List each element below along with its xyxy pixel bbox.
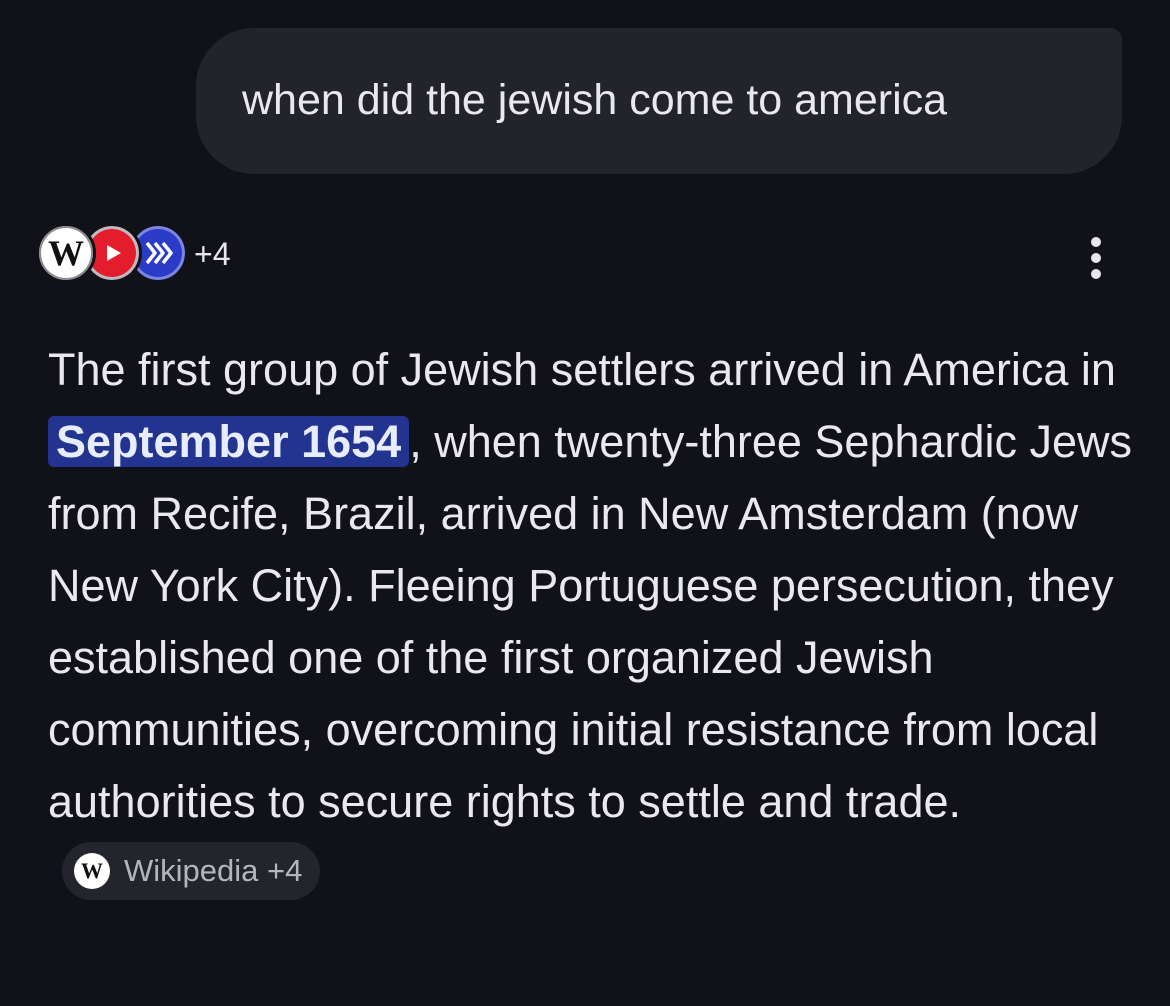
user-query-bubble[interactable]: when did the jewish come to america (196, 28, 1122, 174)
more-options-icon[interactable] (1074, 232, 1118, 284)
answer-text-start: The first group of Jewish settlers arriv… (48, 344, 1116, 395)
wikipedia-icon: W (36, 223, 96, 283)
wikipedia-glyph: W (48, 233, 84, 273)
answer-text-rest: , when twenty-three Sephardic Jews from … (48, 416, 1133, 827)
highlighted-date[interactable]: September 1654 (48, 416, 410, 467)
answer-text: The first group of Jewish settlers arriv… (48, 334, 1148, 910)
citation-chip[interactable]: W Wikipedia +4 (62, 842, 321, 901)
user-query-text: when did the jewish come to america (242, 76, 948, 124)
wikipedia-icon: W (74, 853, 110, 890)
citation-wiki-glyph: W (81, 858, 103, 884)
sources-row[interactable]: W +4 (36, 220, 266, 288)
sources-count: +4 (194, 236, 231, 272)
citation-label: Wikipedia +4 (124, 853, 303, 889)
